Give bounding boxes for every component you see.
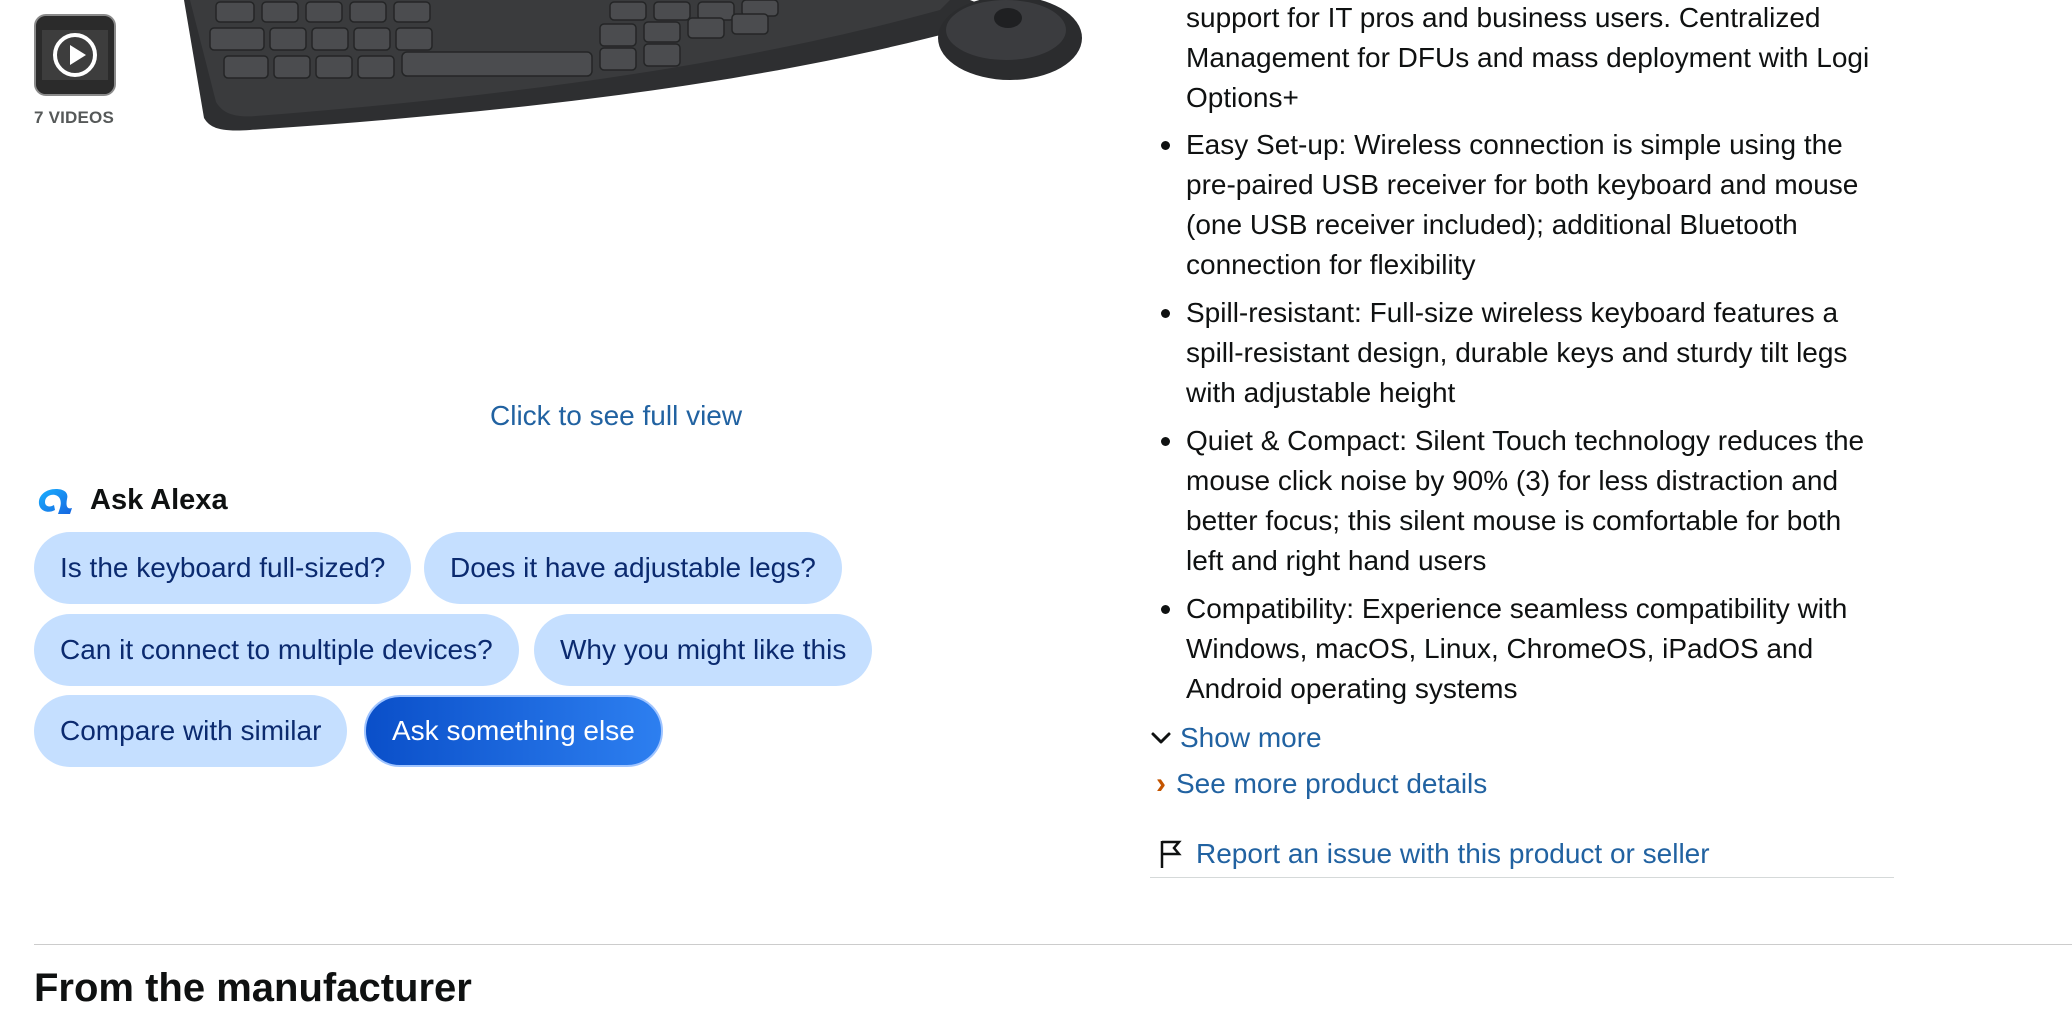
- bullet-marker: [1161, 309, 1170, 318]
- ask-alexa-title: Ask Alexa: [90, 484, 228, 516]
- bullet-marker: [1161, 141, 1170, 150]
- manufacturer-section-title: From the manufacturer: [34, 966, 472, 1010]
- report-issue-link[interactable]: Report an issue with this product or sel…: [1158, 838, 1710, 870]
- section-divider: [34, 944, 2072, 945]
- alexa-chip-compare-similar[interactable]: Compare with similar: [34, 695, 348, 767]
- bullet-partial: support for IT pros and business users. …: [1186, 2, 1870, 113]
- divider: [1150, 877, 1894, 878]
- bullet-quiet-compact: Quiet & Compact: Silent Touch technology…: [1186, 425, 1865, 576]
- chevron-right-icon: ›: [1156, 767, 1166, 800]
- flag-icon: [1160, 840, 1182, 868]
- bullet-spill-resistant: Spill-resistant: Full-size wireless keyb…: [1186, 297, 1848, 408]
- see-more-details-link[interactable]: › See more product details: [1156, 768, 1487, 800]
- alexa-chip-why-like-this[interactable]: Why you might like this: [534, 614, 873, 686]
- video-count-label: 7 VIDEOS: [34, 108, 115, 127]
- alexa-chip-full-sized[interactable]: Is the keyboard full-sized?: [34, 532, 412, 604]
- alexa-chip-ask-something-else[interactable]: Ask something else: [364, 695, 663, 767]
- bullet-marker: [1161, 437, 1170, 446]
- show-more-label: Show more: [1180, 722, 1322, 753]
- alexa-chip-adjustable-legs[interactable]: Does it have adjustable legs?: [424, 532, 842, 604]
- show-more-toggle[interactable]: Show more: [1150, 722, 1322, 754]
- alexa-chip-multiple-devices[interactable]: Can it connect to multiple devices?: [34, 614, 519, 686]
- bullet-compatibility: Compatibility: Experience seamless compa…: [1186, 593, 1848, 704]
- ask-alexa-header: Ask Alexa: [36, 484, 228, 517]
- full-view-link[interactable]: Click to see full view: [490, 400, 742, 432]
- bullet-marker: [1161, 605, 1170, 614]
- video-thumbnail[interactable]: [34, 14, 116, 96]
- chevron-down-icon: [1151, 732, 1171, 744]
- alexa-icon: [38, 488, 72, 514]
- product-image[interactable]: [170, 0, 1120, 140]
- bullet-easy-setup: Easy Set-up: Wireless connection is simp…: [1186, 129, 1859, 280]
- play-icon: [36, 16, 114, 94]
- see-more-details-label: See more product details: [1176, 768, 1488, 799]
- report-issue-label: Report an issue with this product or sel…: [1196, 838, 1710, 869]
